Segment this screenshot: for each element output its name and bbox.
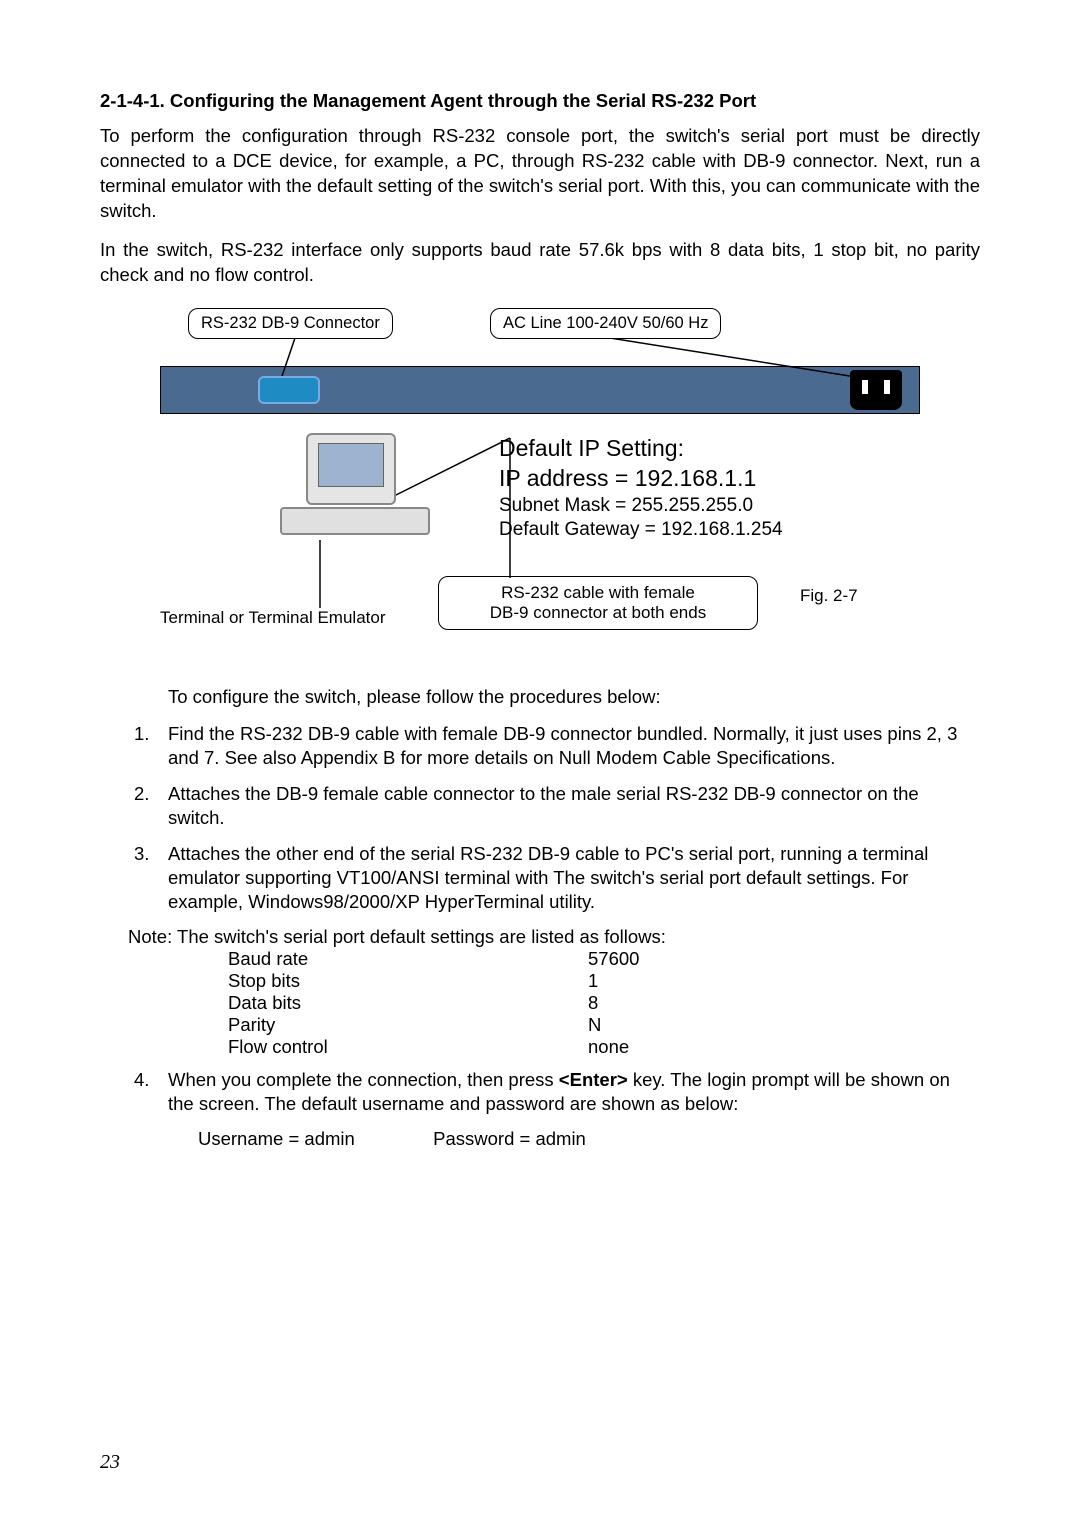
setting-value: 1 (588, 970, 668, 992)
username: Username = admin (198, 1128, 428, 1150)
step-text: Attaches the other end of the serial RS-… (168, 842, 980, 914)
terminal-pc-icon (280, 433, 430, 543)
setting-value: none (588, 1036, 668, 1058)
list-item: 4. When you complete the connection, the… (134, 1068, 980, 1116)
step-text: Attaches the DB-9 female cable connector… (168, 782, 980, 830)
setting-value: 57600 (588, 948, 668, 970)
cable-label-line1: RS-232 cable with female (455, 583, 741, 603)
page-number: 23 (100, 1451, 120, 1474)
setting-key: Stop bits (228, 970, 588, 992)
paragraph-2: In the switch, RS-232 interface only sup… (100, 238, 980, 288)
note-line: Note: The switch's serial port default s… (128, 926, 980, 948)
procedure-list-cont: 4. When you complete the connection, the… (134, 1068, 980, 1116)
paragraph-1: To perform the configuration through RS-… (100, 124, 980, 224)
procedure-intro: To configure the switch, please follow t… (168, 686, 980, 708)
credentials: Username = admin Password = admin (198, 1128, 980, 1150)
list-item: 1. Find the RS-232 DB-9 cable with femal… (134, 722, 980, 770)
step-number: 4. (134, 1068, 168, 1116)
setting-key: Baud rate (228, 948, 588, 970)
figure-label: Fig. 2-7 (800, 586, 858, 606)
section-heading: 2-1-4-1. Configuring the Management Agen… (100, 90, 980, 112)
table-row: Stop bits 1 (228, 970, 980, 992)
table-row: Data bits 8 (228, 992, 980, 1014)
setting-value: N (588, 1014, 668, 1036)
diagram: RS-232 DB-9 Connector AC Line 100-240V 5… (160, 308, 920, 668)
step4-pre: When you complete the connection, then p… (168, 1069, 559, 1090)
terminal-label: Terminal or Terminal Emulator (160, 608, 385, 628)
step-number: 1. (134, 722, 168, 770)
list-item: 2. Attaches the DB-9 female cable connec… (134, 782, 980, 830)
setting-key: Parity (228, 1014, 588, 1036)
table-row: Parity N (228, 1014, 980, 1036)
ac-line-label: AC Line 100-240V 50/60 Hz (490, 308, 721, 339)
setting-value: 8 (588, 992, 668, 1014)
password: Password = admin (433, 1128, 586, 1150)
settings-table: Baud rate 57600 Stop bits 1 Data bits 8 … (228, 948, 980, 1058)
cable-label: RS-232 cable with female DB-9 connector … (438, 576, 758, 630)
cable-label-line2: DB-9 connector at both ends (455, 603, 741, 623)
table-row: Flow control none (228, 1036, 980, 1058)
step-number: 2. (134, 782, 168, 830)
enter-key-bold: <Enter> (559, 1069, 628, 1090)
step-text: Find the RS-232 DB-9 cable with female D… (168, 722, 980, 770)
default-gateway: Default Gateway = 192.168.1.254 (499, 518, 783, 543)
list-item: 3. Attaches the other end of the serial … (134, 842, 980, 914)
step-text: When you complete the connection, then p… (168, 1068, 980, 1116)
setting-key: Data bits (228, 992, 588, 1014)
connector-label: RS-232 DB-9 Connector (188, 308, 393, 339)
db9-port-icon (258, 376, 320, 404)
ac-plug-icon (850, 370, 902, 410)
ip-title: Default IP Setting: (499, 434, 783, 464)
step-number: 3. (134, 842, 168, 914)
setting-key: Flow control (228, 1036, 588, 1058)
table-row: Baud rate 57600 (228, 948, 980, 970)
default-ip-block: Default IP Setting: IP address = 192.168… (499, 434, 783, 543)
ip-address: IP address = 192.168.1.1 (499, 464, 783, 494)
subnet-mask: Subnet Mask = 255.255.255.0 (499, 494, 783, 519)
procedure-list: 1. Find the RS-232 DB-9 cable with femal… (134, 722, 980, 914)
